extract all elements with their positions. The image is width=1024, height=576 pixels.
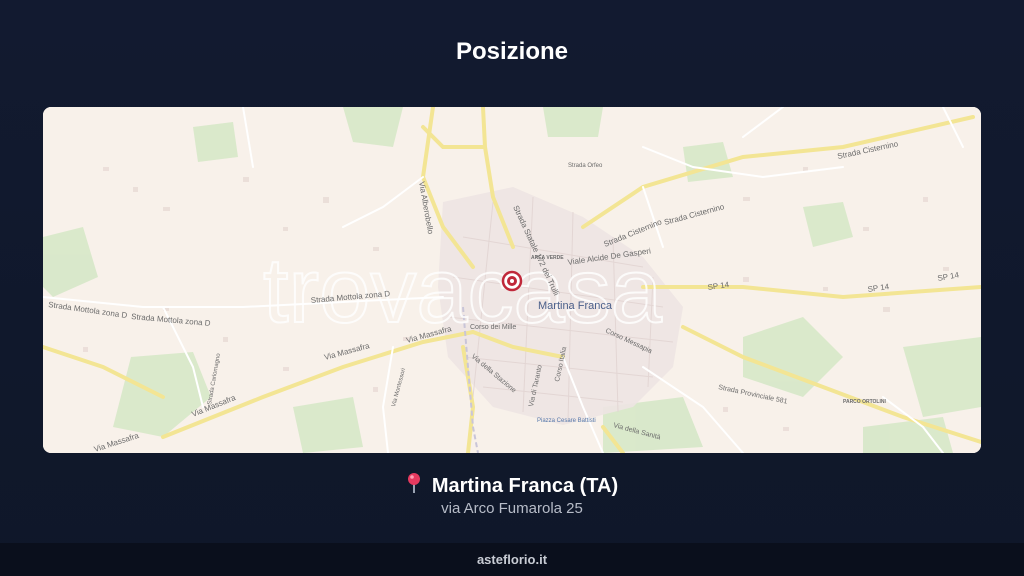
location-title: Martina Franca (TA) — [0, 472, 1024, 500]
page-title: Posizione — [455, 38, 569, 65]
location-marker[interactable] — [501, 270, 523, 292]
map-view[interactable]: trovacasa Strada Statale 172 dei Trulli … — [43, 107, 981, 453]
map-label: Strada Orfeo — [568, 163, 603, 169]
map-label: PARCO ORTOLINI — [843, 399, 886, 405]
footer-brand[interactable]: asteflorio.it — [0, 543, 1024, 576]
map-label: Corso dei Mille — [470, 324, 516, 331]
city-label: Martina Franca — [538, 300, 613, 312]
map-label: AREA VERDE — [531, 255, 564, 261]
location-city: Martina Franca (TA) — [431, 475, 619, 497]
round-pushpin-icon — [406, 472, 422, 500]
location-address: via Arco Fumarola 25 — [441, 500, 583, 517]
map-label: Piazza Cesare Battisti — [537, 418, 596, 424]
